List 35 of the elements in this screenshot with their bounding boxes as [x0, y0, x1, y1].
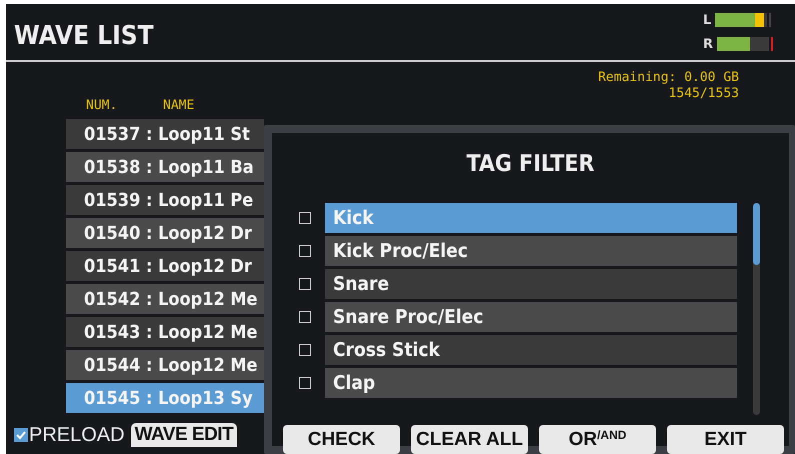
wave-list-item[interactable]: 01541 : Loop12 Dr	[66, 251, 264, 281]
checkbox[interactable]	[14, 428, 28, 442]
column-header: NAME	[163, 98, 194, 113]
tag-item[interactable]: Clap	[325, 368, 737, 398]
checkbox[interactable]	[299, 245, 311, 257]
dialog-button[interactable]: OR$^{/AND}$	[539, 425, 656, 454]
wave-list-item[interactable]: 01543 : Loop12 Me	[66, 317, 264, 347]
wave-list-item[interactable]: 01537 : Loop11 St	[66, 119, 264, 149]
dialog-title: TAG FILTER	[466, 151, 594, 177]
tag-item[interactable]: Snare	[325, 269, 737, 299]
checkbox[interactable]	[299, 311, 311, 323]
dialog-button[interactable]: EXIT	[667, 425, 784, 454]
dialog-button[interactable]: CHECK	[283, 425, 400, 454]
checkbox[interactable]	[299, 344, 311, 356]
wave-list-item[interactable]: 01540 : Loop12 Dr	[66, 218, 264, 248]
wave-list-item[interactable]: 01539 : Loop11 Pe	[66, 185, 264, 215]
column-header: NUM.	[86, 98, 118, 113]
wave-list-item[interactable]: 01542 : Loop12 Me	[66, 284, 264, 314]
wave-list-item[interactable]: 01544 : Loop12 Me	[66, 350, 264, 380]
screen-title: WAVE LIST	[14, 21, 154, 51]
tag-item[interactable]: Kick Proc/Elec	[325, 236, 737, 266]
checkbox[interactable]	[299, 212, 311, 224]
meter-label: L	[702, 12, 712, 28]
wave-count: 1545/1553	[668, 86, 739, 102]
remaining-text: Remaining: 0.00 GB	[598, 70, 739, 86]
wave-edit-button[interactable]: WAVE EDIT	[130, 423, 238, 447]
checkbox[interactable]	[299, 278, 311, 290]
tag-item[interactable]: Snare Proc/Elec	[325, 302, 737, 332]
checkbox[interactable]	[299, 377, 311, 389]
wave-list-item[interactable]: 01538 : Loop11 Ba	[66, 152, 264, 182]
scrollbar[interactable]	[753, 203, 760, 415]
tag-item[interactable]: Cross Stick	[325, 335, 737, 365]
preload-label: PRELOAD	[29, 424, 125, 446]
dialog-button[interactable]: CLEAR ALL	[411, 425, 528, 454]
meter-label: R	[702, 36, 713, 52]
